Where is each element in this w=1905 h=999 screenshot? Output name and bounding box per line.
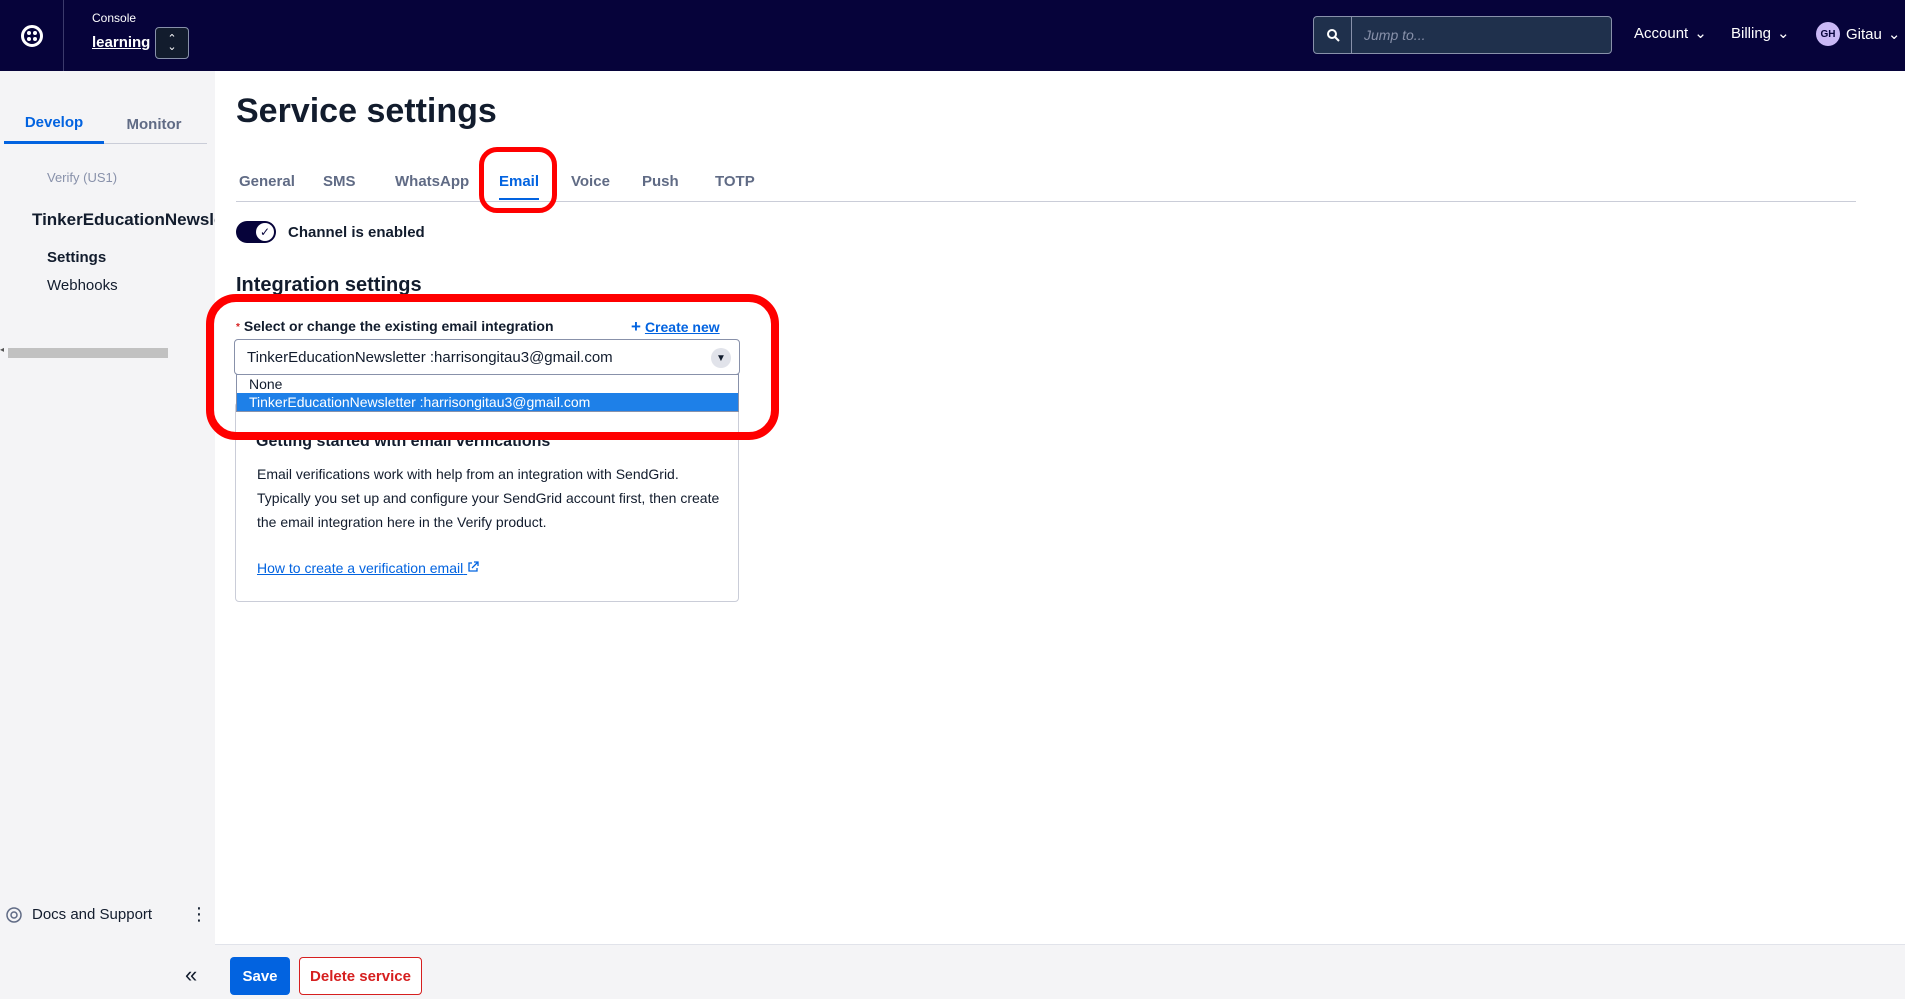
- account-switcher-icon[interactable]: ⌃ ⌄: [155, 27, 189, 59]
- product-label: Verify (US1): [47, 170, 118, 185]
- tab-whatsapp[interactable]: WhatsApp: [395, 160, 469, 202]
- account-menu[interactable]: Account ⌄: [1634, 24, 1707, 43]
- collapse-sidebar-icon[interactable]: «: [185, 962, 197, 988]
- checkmark-icon: ✓: [256, 223, 274, 241]
- external-link-icon: [468, 561, 479, 572]
- top-bar: Console learning ⌃⌄ Account ⌄ Billing ⌄ …: [0, 0, 1905, 71]
- sidebar: Develop Monitor Verify (US1) TinkerEduca…: [0, 71, 215, 999]
- back-to-service[interactable]: TinkerEducationNewsletter: [22, 210, 215, 230]
- jump-to-search: [1313, 16, 1612, 54]
- sidebar-item-settings[interactable]: Settings: [47, 249, 106, 266]
- search-input[interactable]: [1352, 17, 1611, 53]
- page-title: Service settings: [236, 92, 497, 130]
- search-icon[interactable]: [1314, 17, 1352, 53]
- chevron-down-icon: ⌄: [1694, 25, 1707, 42]
- channel-toggle[interactable]: ✓: [236, 221, 276, 243]
- tab-sms[interactable]: SMS: [323, 160, 356, 202]
- sidebar-item-webhooks[interactable]: Webhooks: [47, 277, 118, 294]
- verification-email-link-label: How to create a verification email: [257, 560, 464, 576]
- user-name: Gitau: [1846, 25, 1882, 43]
- tab-monitor[interactable]: Monitor: [104, 104, 204, 144]
- more-options-icon[interactable]: ⋮: [190, 904, 208, 925]
- channel-toggle-label: Channel is enabled: [288, 223, 425, 241]
- tab-totp[interactable]: TOTP: [715, 160, 755, 202]
- horizontal-scrollbar[interactable]: ◂: [0, 345, 210, 358]
- footer-bar: [215, 944, 1905, 999]
- billing-menu[interactable]: Billing ⌄: [1731, 24, 1790, 43]
- lifebuoy-icon: [6, 906, 22, 923]
- tab-general[interactable]: General: [239, 160, 295, 202]
- annotation-circle-email-tab: [479, 147, 557, 213]
- sidebar-tabs: Develop Monitor: [4, 104, 207, 144]
- account-menu-label: Account: [1634, 24, 1689, 42]
- user-menu[interactable]: GH Gitau ⌄: [1816, 22, 1900, 46]
- account-name-link[interactable]: learning: [92, 34, 150, 51]
- annotation-circle-integration: [206, 294, 779, 440]
- save-button[interactable]: Save: [230, 957, 290, 995]
- chevron-down-icon: ⌄: [1887, 26, 1901, 43]
- tab-push[interactable]: Push: [642, 160, 679, 202]
- avatar: GH: [1816, 22, 1840, 46]
- tab-voice[interactable]: Voice: [571, 160, 610, 202]
- service-name: TinkerEducationNewsletter: [32, 210, 215, 229]
- info-card-body: Email verifications work with help from …: [257, 466, 720, 530]
- console-label: Console: [92, 11, 137, 25]
- twilio-logo-icon[interactable]: [0, 0, 64, 71]
- billing-menu-label: Billing: [1731, 24, 1772, 42]
- docs-label: Docs and Support: [32, 906, 153, 923]
- channel-toggle-row: ✓ Channel is enabled: [236, 221, 425, 243]
- chevron-down-icon: ⌄: [1777, 25, 1790, 42]
- tab-develop[interactable]: Develop: [4, 104, 104, 144]
- docs-and-support[interactable]: Docs and Support: [6, 906, 152, 923]
- delete-service-button[interactable]: Delete service: [299, 957, 422, 995]
- verification-email-link[interactable]: How to create a verification email: [257, 560, 479, 576]
